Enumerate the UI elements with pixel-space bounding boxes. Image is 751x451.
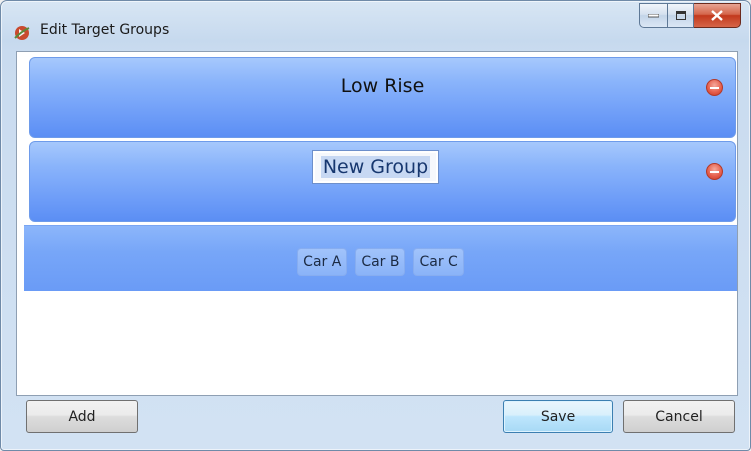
- remove-circle-icon[interactable]: [706, 79, 723, 96]
- title-bar[interactable]: Edit Target Groups: [1, 1, 750, 47]
- save-button[interactable]: Save: [503, 400, 613, 433]
- groups-list[interactable]: Low Rise New Group Car A Car B Car C: [16, 51, 738, 396]
- cancel-button[interactable]: Cancel: [623, 400, 735, 433]
- car-chips: Car A Car B Car C: [24, 248, 737, 276]
- group-name-text: New Group: [320, 156, 431, 178]
- minimize-button[interactable]: [639, 3, 668, 28]
- add-button[interactable]: Add: [26, 400, 138, 433]
- maximize-icon: [675, 11, 686, 20]
- app-icon: [14, 26, 30, 40]
- close-icon: [711, 10, 723, 21]
- group-row[interactable]: New Group: [29, 141, 736, 222]
- group-name-input[interactable]: New Group: [312, 150, 439, 184]
- maximize-button[interactable]: [668, 3, 694, 28]
- car-chip[interactable]: Car B: [355, 248, 406, 276]
- remove-circle-icon[interactable]: [706, 163, 723, 180]
- car-chip[interactable]: Car C: [413, 248, 464, 276]
- close-button[interactable]: [694, 3, 741, 28]
- group-name: Low Rise: [340, 75, 425, 97]
- dialog-window: Edit Target Groups Low Rise New Group Ca…: [0, 0, 751, 451]
- minimize-icon: [648, 13, 659, 17]
- unassigned-cars-area[interactable]: Car A Car B Car C: [24, 225, 737, 291]
- group-row[interactable]: Low Rise: [29, 57, 736, 138]
- caption-buttons: [639, 3, 741, 28]
- window-title: Edit Target Groups: [40, 22, 170, 38]
- car-chip[interactable]: Car A: [297, 248, 348, 276]
